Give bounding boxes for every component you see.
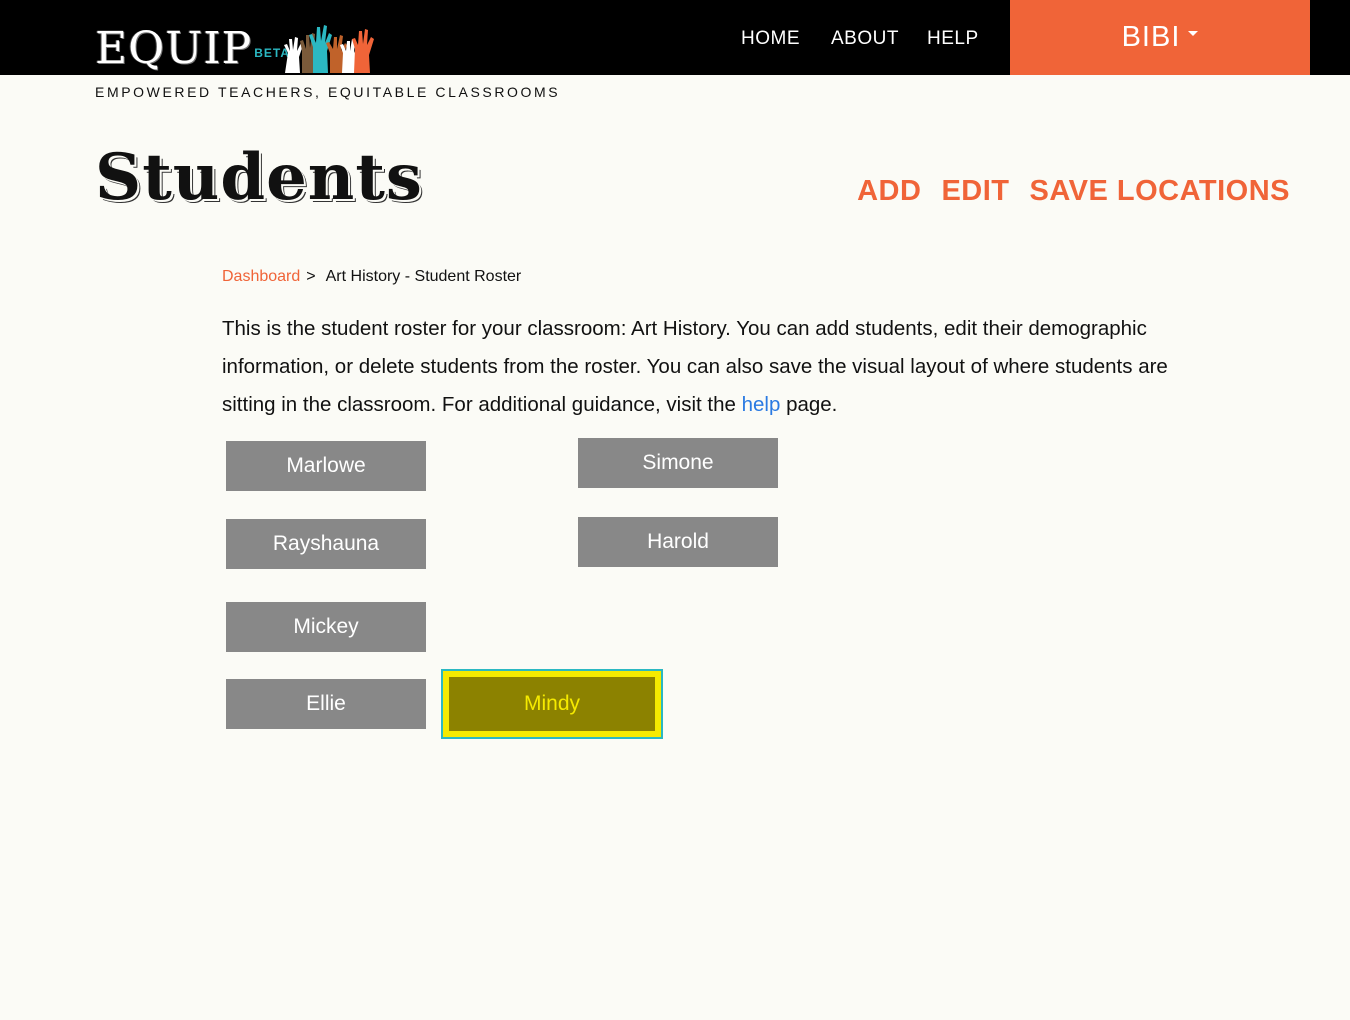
breadcrumb-current: Art History - Student Roster: [325, 268, 522, 285]
user-name: BIBI: [1121, 21, 1181, 53]
breadcrumb: Dashboard > Art History - Student Roster: [222, 268, 521, 286]
breadcrumb-dashboard-link[interactable]: Dashboard: [222, 268, 300, 286]
student-tile-simone[interactable]: Simone: [578, 438, 778, 488]
user-menu-dropdown[interactable]: BIBI: [1010, 0, 1310, 75]
save-locations-button[interactable]: SAVE LOCATIONS: [1030, 175, 1291, 208]
nav-help[interactable]: HELP: [927, 28, 979, 50]
logo-text: EQUIP: [95, 23, 253, 74]
student-tile-mickey[interactable]: Mickey: [226, 602, 426, 652]
tagline: EMPOWERED TEACHERS, EQUITABLE CLASSROOMS: [95, 84, 561, 100]
top-navbar: EQUIP BETA HOME ABOUT HELP BIBI: [0, 0, 1350, 75]
intro-text: This is the student roster for your clas…: [222, 317, 1168, 416]
student-tile-marlowe[interactable]: Marlowe: [226, 441, 426, 491]
add-button[interactable]: ADD: [857, 175, 921, 208]
equip-logo[interactable]: EQUIP BETA: [95, 18, 374, 74]
student-tile-mindy[interactable]: Mindy: [441, 669, 663, 739]
student-tile-rayshauna[interactable]: Rayshauna: [226, 519, 426, 569]
student-tile-ellie[interactable]: Ellie: [226, 679, 426, 729]
page-actions: ADD EDIT SAVE LOCATIONS: [857, 175, 1290, 208]
caret-down-icon: [1188, 31, 1199, 36]
nav-home[interactable]: HOME: [741, 28, 800, 50]
breadcrumb-separator: >: [306, 268, 316, 285]
edit-button[interactable]: EDIT: [941, 175, 1009, 208]
student-tile-harold[interactable]: Harold: [578, 517, 778, 567]
raised-hands-icon: [284, 25, 374, 73]
page-title: Students: [95, 140, 423, 215]
intro-paragraph: This is the student roster for your clas…: [222, 310, 1192, 424]
nav-about[interactable]: ABOUT: [831, 28, 899, 50]
help-link[interactable]: help: [742, 393, 781, 416]
intro-text-end: page.: [780, 393, 838, 416]
